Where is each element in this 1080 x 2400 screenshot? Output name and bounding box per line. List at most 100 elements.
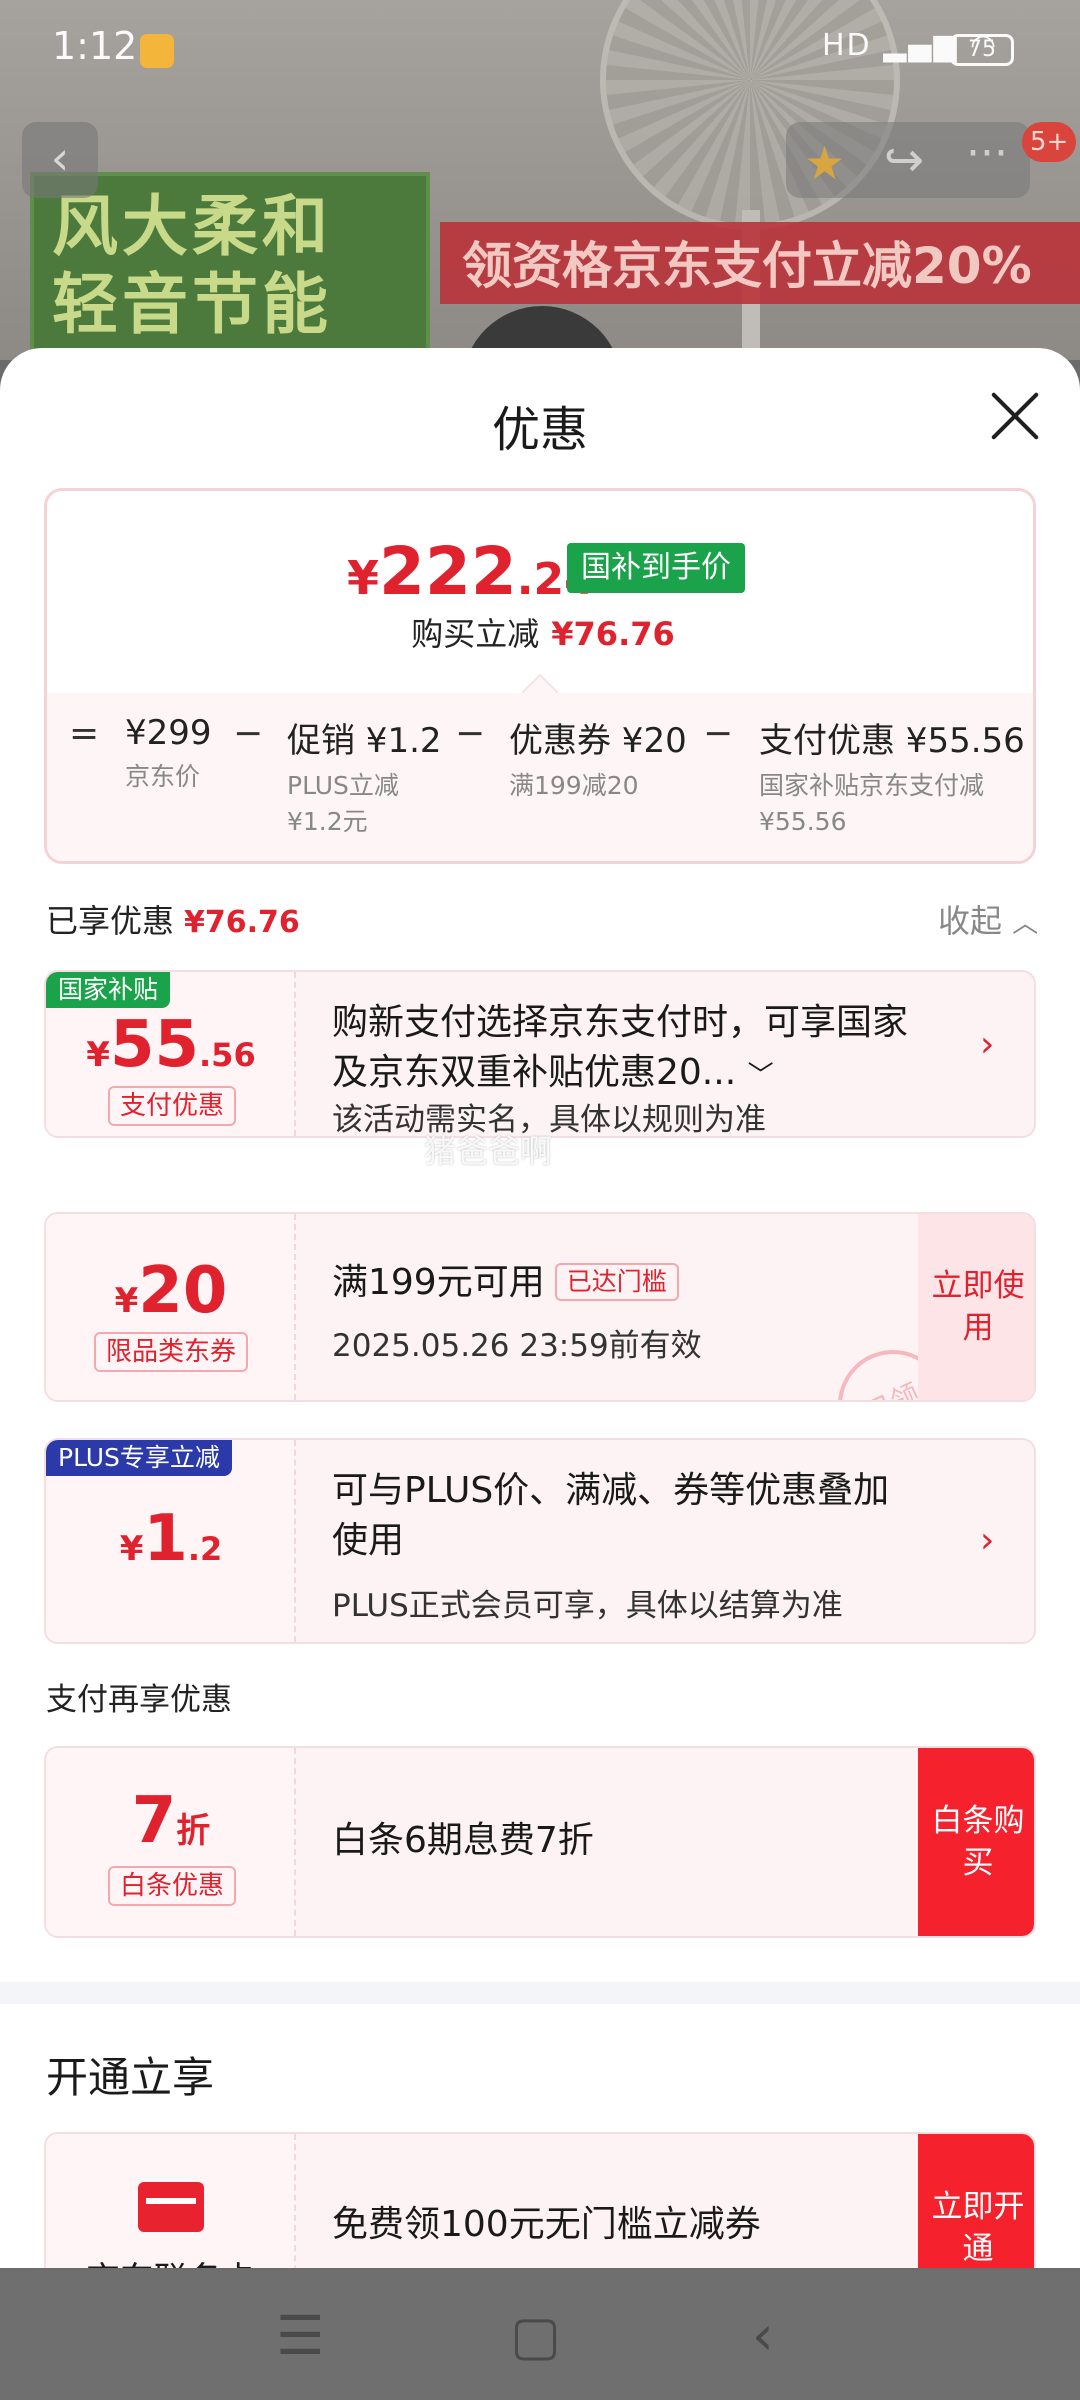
enjoyed-label: 已享优惠: [46, 902, 175, 940]
price-summary-card: ¥222.24 国补到手价 购买立减 ¥76.76 = ¥299 京东价 − 促销…: [44, 488, 1036, 864]
offer-description: 购新支付选择京东支付时，可享国家 及京东双重补贴优惠20... ﹀: [332, 998, 908, 1101]
offer-desc-line1: 购新支付选择京东支付时，可享国家: [332, 1002, 909, 1043]
card-name: 京东联名卡: [46, 2252, 296, 2268]
chevron-down-icon[interactable]: ﹀: [748, 1061, 774, 1091]
breakdown-coupon: 优惠券 ¥20 满199减20: [509, 713, 687, 804]
discount-rate: 7: [131, 1784, 177, 1858]
watermark: 猪爸爸啊: [424, 1132, 553, 1170]
status-bar: 1:12 HD ▂▄▆ ◠ 75: [0, 0, 1080, 100]
close-icon[interactable]: [986, 388, 1042, 444]
offer-amount: ¥55.56: [46, 1008, 296, 1082]
threshold-met-badge: 已达门槛: [554, 1263, 679, 1301]
minus-sign: −: [233, 713, 264, 754]
price-integer: 222: [379, 533, 517, 610]
total-discount-label: 购买立减: [411, 615, 540, 653]
collapse-label: 收起: [938, 902, 1003, 940]
share-icon[interactable]: ↪: [884, 132, 924, 188]
baitiao-buy-button[interactable]: 白条购买: [918, 1748, 1034, 1936]
list-price-value: ¥299: [125, 713, 212, 753]
amount-currency: ¥: [119, 1529, 144, 1569]
open-now-button[interactable]: 立即开通: [918, 2134, 1034, 2268]
offer-cobrand-card: 京东联名卡 免费领100元无门槛立减券 立即开通: [44, 2132, 1036, 2268]
promo-label: PLUS立减 ¥1.2元: [287, 771, 399, 836]
baitiao-description: 白条6期息费7折: [332, 1820, 594, 1861]
amount-currency: ¥: [86, 1035, 110, 1075]
more-icon[interactable]: ···: [966, 128, 1008, 179]
final-price: ¥222.24: [347, 533, 595, 610]
card-offer-text: 免费领100元无门槛立减券: [332, 2204, 761, 2245]
offer-desc-line2: 及京东双重补贴优惠20...: [332, 1052, 737, 1093]
menu-icon[interactable]: ☰: [276, 2304, 324, 2367]
open-section-title: 开通立享: [46, 2053, 215, 2102]
sheet-title: 优惠: [491, 402, 588, 458]
payment-discount-label: 国家补贴京东支付减 ¥55.56: [759, 771, 985, 836]
plus-desc-line1: 可与PLUS价、满减、券等优惠叠加: [332, 1470, 890, 1511]
network-type: HD: [822, 28, 872, 63]
back-nav-icon[interactable]: ‹: [752, 2304, 774, 2367]
offer-national-subsidy[interactable]: 国家补贴 ¥55.56 支付优惠 购新支付选择京东支付时，可享国家 及京东双重补…: [44, 970, 1036, 1138]
chevron-right-icon[interactable]: ›: [980, 1520, 994, 1561]
equals-sign: =: [69, 713, 100, 754]
pay-section-title: 支付再享优惠: [46, 1682, 232, 1718]
total-discount-value: ¥76.76: [551, 615, 675, 653]
system-nav-bar: ☰ ▢ ‹: [0, 2270, 1080, 2400]
enjoyed-discount: 已享优惠 ¥76.76: [46, 896, 300, 942]
coupon-threshold: 满199元可用 已达门槛: [332, 1258, 679, 1308]
back-icon[interactable]: ‹: [22, 122, 98, 198]
offer-plus[interactable]: PLUS专享立减 ¥1.2 可与PLUS价、满减、券等优惠叠加 使用 PLUS正…: [44, 1438, 1036, 1644]
coupon-threshold-text: 满199元可用: [332, 1262, 545, 1303]
chevron-right-icon[interactable]: ›: [980, 1024, 994, 1065]
section-divider: [0, 1982, 1080, 2004]
amount-integer: 55: [109, 1008, 200, 1082]
battery-icon: 75: [950, 34, 1014, 66]
amount-decimal: .2: [187, 1530, 223, 1568]
star-icon[interactable]: ★: [804, 136, 845, 190]
list-price-label: 京东价: [125, 762, 201, 791]
promo-value: 促销 ¥1.2: [287, 721, 442, 761]
use-now-button[interactable]: 立即使用: [918, 1214, 1034, 1400]
collapse-button[interactable]: 收起 ︿: [938, 896, 1038, 942]
status-time: 1:12: [52, 24, 138, 68]
message-badge: 5+: [1022, 122, 1077, 162]
promo-red-text: 领资格京东支付立减20%: [462, 237, 1032, 295]
amount-decimal: .56: [199, 1036, 256, 1074]
offer-amount: ¥1.2: [46, 1502, 296, 1576]
enjoyed-value: ¥76.76: [184, 905, 300, 940]
coupon-expiry: 2025.05.26 23:59前有效: [332, 1328, 702, 1364]
subsidy-price-tag: 国补到手价: [567, 543, 745, 593]
card-icon: [138, 2182, 204, 2232]
national-subsidy-tag: 国家补贴: [46, 972, 171, 1008]
breakdown-list-price: ¥299 京东价: [125, 713, 212, 795]
coupon-type-label: 限品类东券: [94, 1332, 249, 1372]
discount-sheet: 优惠 ¥222.24 国补到手价 购买立减 ¥76.76 = ¥299 京东价 −…: [0, 348, 1080, 2268]
promo-line-1: 风大柔和: [52, 188, 332, 265]
price-currency: ¥: [347, 551, 380, 605]
amount-currency: ¥: [114, 1281, 139, 1321]
offer-coupon: ¥20 限品类东券 满199元可用 已达门槛 2025.05.26 23:59前有…: [44, 1212, 1036, 1402]
baitiao-label: 白条优惠: [108, 1866, 237, 1906]
minus-sign: −: [455, 713, 486, 754]
amount-integer: 20: [138, 1254, 228, 1328]
amount-integer: 1: [143, 1502, 188, 1576]
plus-tag: PLUS专享立减: [46, 1440, 232, 1476]
minus-sign: −: [703, 713, 734, 754]
notification-icon: [140, 34, 174, 68]
chevron-up-icon: ︿: [1012, 909, 1039, 939]
payment-discount-value: 支付优惠 ¥55.56: [759, 721, 1025, 761]
breakdown-promo: 促销 ¥1.2 PLUS立减 ¥1.2元: [287, 713, 442, 840]
offer-baitiao: 7折 白条优惠 白条6期息费7折 白条购买: [44, 1746, 1036, 1938]
plus-member-note: PLUS正式会员可享，具体以结算为准: [332, 1588, 843, 1624]
offer-amount: 7折: [46, 1784, 296, 1858]
plus-description: 可与PLUS价、满减、券等优惠叠加 使用: [332, 1466, 889, 1566]
total-discount-line: 购买立减 ¥76.76: [47, 609, 1033, 655]
breakdown-payment: 支付优惠 ¥55.56 国家补贴京东支付减 ¥55.56: [759, 713, 1029, 840]
home-icon[interactable]: ▢: [510, 2304, 561, 2367]
plus-desc-line2: 使用: [332, 1520, 405, 1561]
promo-green-text: 风大柔和 轻音节能: [52, 188, 332, 344]
coupon-label: 满199减20: [509, 771, 639, 800]
coupon-value: 优惠券 ¥20: [509, 721, 687, 761]
offer-type-label: 支付优惠: [108, 1086, 237, 1126]
offer-amount: ¥20: [46, 1254, 296, 1328]
promo-line-2: 轻音节能: [52, 266, 332, 343]
discount-unit: 折: [176, 1811, 211, 1851]
